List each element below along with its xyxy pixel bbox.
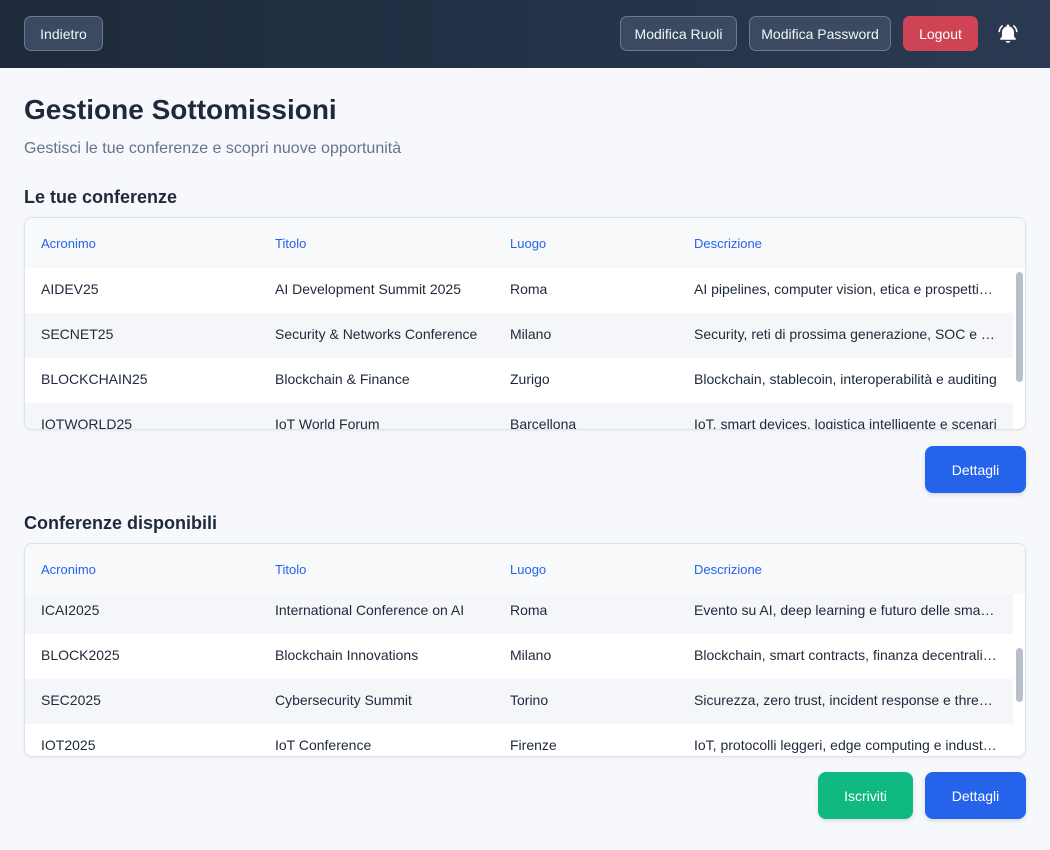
page-subtitle: Gestisci le tue conferenze e scopri nuov… [24, 140, 402, 157]
cell-description: IoT, smart devices, logistica intelligen… [694, 416, 997, 429]
available-conferences-details-button[interactable]: Dettagli [925, 772, 1026, 819]
logout-button[interactable]: Logout [903, 16, 978, 51]
scrollbar[interactable] [1015, 268, 1023, 429]
scrollbar[interactable] [1015, 594, 1023, 756]
cell-description: Blockchain, stablecoin, interoperabilità… [694, 371, 997, 387]
cell-location: Milano [510, 326, 552, 342]
cell-title: AI Development Summit 2025 [275, 281, 461, 297]
page-title: Gestione Sottomissioni [24, 94, 337, 125]
cell-description: IoT, protocolli leggeri, edge computing … [694, 737, 998, 753]
my-conferences-details-button[interactable]: Dettagli [925, 446, 1026, 493]
cell-location: Milano [510, 647, 552, 663]
edit-password-button[interactable]: Modifica Password [749, 16, 891, 51]
table-row[interactable]: SEC2025 Cybersecurity Summit Torino Sicu… [25, 679, 1013, 724]
cell-acronym: IOT2025 [41, 737, 96, 753]
table-row[interactable]: BLOCKCHAIN25 Blockchain & Finance Zurigo… [25, 358, 1013, 403]
cell-location: Firenze [510, 737, 557, 753]
cell-acronym: BLOCK2025 [41, 647, 120, 663]
my-conferences-heading: Le tue conferenze [24, 187, 178, 207]
table-body[interactable]: ICAI2025 International Conference on AI … [25, 594, 1013, 756]
table-header: Acronimo Titolo Luogo Descrizione [25, 218, 1025, 268]
table-header: Acronimo Titolo Luogo Descrizione [25, 544, 1025, 594]
cell-description: Sicurezza, zero trust, incident response… [694, 692, 998, 708]
cell-location: Torino [510, 692, 549, 708]
bell-icon[interactable] [996, 22, 1020, 46]
scrollbar-thumb[interactable] [1016, 648, 1023, 702]
column-header-location[interactable]: Luogo [510, 236, 546, 251]
cell-description: Evento su AI, deep learning e futuro del… [694, 602, 998, 618]
cell-acronym: ICAI2025 [41, 602, 100, 618]
cell-title: International Conference on AI [275, 602, 465, 618]
cell-description: Security, reti di prossima generazione, … [694, 326, 998, 342]
column-header-location[interactable]: Luogo [510, 562, 546, 577]
cell-location: Zurigo [510, 371, 550, 387]
cell-acronym: IOTWORLD25 [41, 416, 133, 429]
edit-roles-button[interactable]: Modifica Ruoli [620, 16, 737, 51]
column-header-description[interactable]: Descrizione [694, 562, 762, 577]
column-header-acronym[interactable]: Acronimo [41, 236, 96, 251]
available-conferences-table: Acronimo Titolo Luogo Descrizione ICAI20… [24, 543, 1026, 757]
cell-title: IoT Conference [275, 737, 372, 753]
cell-title: IoT World Forum [275, 416, 380, 429]
table-row[interactable]: ICAI2025 International Conference on AI … [25, 594, 1013, 634]
cell-title: Blockchain & Finance [275, 371, 410, 387]
cell-title: Security & Networks Conference [275, 326, 478, 342]
column-header-description[interactable]: Descrizione [694, 236, 762, 251]
top-bar: Indietro Modifica Ruoli Modifica Passwor… [0, 0, 1050, 68]
cell-description: Blockchain, smart contracts, finanza dec… [694, 647, 998, 663]
table-row[interactable]: BLOCK2025 Blockchain Innovations Milano … [25, 634, 1013, 679]
back-button[interactable]: Indietro [24, 16, 103, 51]
available-conferences-heading: Conferenze disponibili [24, 513, 218, 533]
cell-description: AI pipelines, computer vision, etica e p… [694, 281, 998, 297]
column-header-title[interactable]: Titolo [275, 562, 306, 577]
subscribe-button[interactable]: Iscriviti [818, 772, 913, 819]
cell-location: Roma [510, 602, 548, 618]
table-row[interactable]: IOT2025 IoT Conference Firenze IoT, prot… [25, 724, 1013, 756]
cell-acronym: AIDEV25 [41, 281, 99, 297]
column-header-title[interactable]: Titolo [275, 236, 306, 251]
cell-location: Barcellona [510, 416, 577, 429]
scrollbar-thumb[interactable] [1016, 272, 1023, 382]
table-row[interactable]: IOTWORLD25 IoT World Forum Barcellona Io… [25, 403, 1013, 429]
cell-acronym: SECNET25 [41, 326, 114, 342]
cell-location: Roma [510, 281, 548, 297]
cell-acronym: BLOCKCHAIN25 [41, 371, 148, 387]
cell-acronym: SEC2025 [41, 692, 101, 708]
cell-title: Blockchain Innovations [275, 647, 419, 663]
column-header-acronym[interactable]: Acronimo [41, 562, 96, 577]
cell-title: Cybersecurity Summit [275, 692, 412, 708]
table-row[interactable]: AIDEV25 AI Development Summit 2025 Roma … [25, 268, 1013, 313]
table-body[interactable]: AIDEV25 AI Development Summit 2025 Roma … [25, 268, 1013, 429]
table-row[interactable]: SECNET25 Security & Networks Conference … [25, 313, 1013, 358]
my-conferences-table: Acronimo Titolo Luogo Descrizione AIDEV2… [24, 217, 1026, 430]
